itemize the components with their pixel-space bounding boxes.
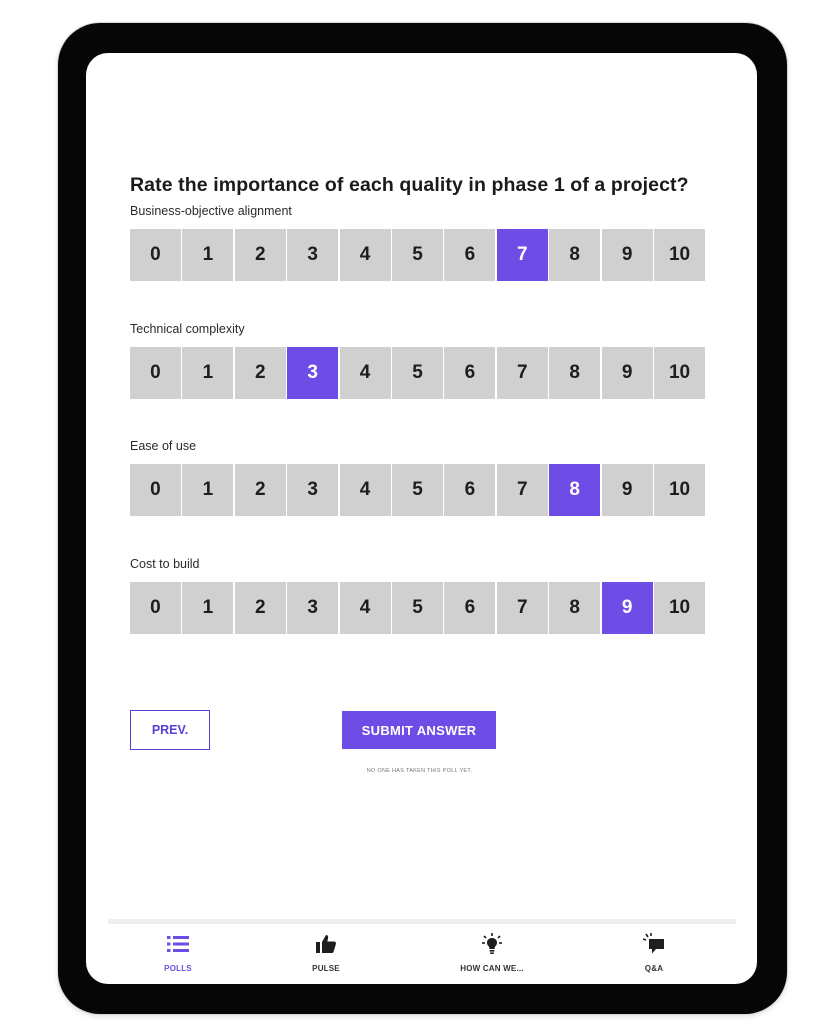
poll-question: Rate the importance of each quality in p… bbox=[130, 174, 689, 196]
rating-option-5[interactable]: 5 bbox=[392, 582, 443, 634]
tab-polls[interactable]: POLLS bbox=[108, 933, 248, 973]
rating-option-1[interactable]: 1 bbox=[182, 347, 234, 399]
rating-option-3[interactable]: 3 bbox=[287, 464, 339, 516]
rating-option-1[interactable]: 1 bbox=[182, 464, 234, 516]
thumbs-up-icon bbox=[256, 933, 396, 955]
tab-label: POLLS bbox=[164, 964, 192, 973]
rating-option-0[interactable]: 0 bbox=[130, 347, 181, 399]
rating-option-4[interactable]: 4 bbox=[339, 582, 391, 634]
rating-scale: 0 1 2 3 4 5 6 7 8 9 10 bbox=[130, 582, 705, 634]
tab-label: HOW CAN WE... bbox=[460, 964, 524, 973]
rating-option-10[interactable]: 10 bbox=[654, 229, 705, 281]
rating-row-label: Ease of use bbox=[130, 439, 197, 453]
rating-option-7[interactable]: 7 bbox=[496, 229, 548, 281]
rating-option-5[interactable]: 5 bbox=[392, 347, 443, 399]
rating-option-8[interactable]: 8 bbox=[549, 229, 601, 281]
rating-option-1[interactable]: 1 bbox=[182, 582, 234, 634]
rating-option-2[interactable]: 2 bbox=[234, 347, 286, 399]
rating-option-7[interactable]: 7 bbox=[496, 347, 548, 399]
rating-option-10[interactable]: 10 bbox=[654, 464, 705, 516]
submit-answer-button[interactable]: SUBMIT ANSWER bbox=[342, 711, 496, 749]
rating-row-label: Technical complexity bbox=[130, 322, 245, 336]
chat-bubble-icon bbox=[584, 933, 724, 955]
tabbar-divider bbox=[108, 919, 736, 924]
tab-qa[interactable]: Q&A bbox=[584, 933, 724, 973]
rating-option-6[interactable]: 6 bbox=[444, 464, 496, 516]
rating-scale: 0 1 2 3 4 5 6 7 8 9 10 bbox=[130, 229, 705, 281]
rating-option-1[interactable]: 1 bbox=[182, 229, 234, 281]
app-screen: Rate the importance of each quality in p… bbox=[86, 53, 757, 984]
rating-option-8[interactable]: 8 bbox=[549, 347, 601, 399]
rating-option-7[interactable]: 7 bbox=[496, 582, 548, 634]
rating-option-6[interactable]: 6 bbox=[444, 229, 496, 281]
rating-option-0[interactable]: 0 bbox=[130, 229, 181, 281]
rating-scale: 0 1 2 3 4 5 6 7 8 9 10 bbox=[130, 464, 705, 516]
rating-option-10[interactable]: 10 bbox=[654, 347, 705, 399]
rating-option-6[interactable]: 6 bbox=[444, 347, 496, 399]
rating-option-5[interactable]: 5 bbox=[392, 229, 443, 281]
rating-option-8[interactable]: 8 bbox=[549, 464, 601, 516]
tab-how-can-we[interactable]: HOW CAN WE... bbox=[422, 933, 562, 973]
lightbulb-icon bbox=[422, 933, 562, 955]
poll-status-text: NO ONE HAS TAKEN THIS POLL YET. bbox=[366, 768, 473, 774]
rating-row-label: Business-objective alignment bbox=[130, 204, 292, 218]
rating-option-9[interactable]: 9 bbox=[601, 464, 653, 516]
rating-option-3[interactable]: 3 bbox=[287, 229, 339, 281]
list-icon bbox=[108, 933, 248, 955]
rating-row-label: Cost to build bbox=[130, 557, 200, 571]
poll-status-note: NO ONE HAS TAKEN THIS POLL YET. bbox=[86, 768, 757, 774]
rating-option-3[interactable]: 3 bbox=[287, 347, 339, 399]
rating-option-8[interactable]: 8 bbox=[549, 582, 601, 634]
rating-scale: 0 1 2 3 4 5 6 7 8 9 10 bbox=[130, 347, 705, 399]
rating-option-9[interactable]: 9 bbox=[601, 229, 653, 281]
rating-option-2[interactable]: 2 bbox=[234, 464, 286, 516]
rating-option-10[interactable]: 10 bbox=[654, 582, 705, 634]
rating-option-0[interactable]: 0 bbox=[130, 464, 181, 516]
rating-option-5[interactable]: 5 bbox=[392, 464, 443, 516]
rating-option-9[interactable]: 9 bbox=[601, 347, 653, 399]
rating-option-9[interactable]: 9 bbox=[601, 582, 653, 634]
rating-option-7[interactable]: 7 bbox=[496, 464, 548, 516]
rating-option-2[interactable]: 2 bbox=[234, 582, 286, 634]
tab-pulse[interactable]: PULSE bbox=[256, 933, 396, 973]
rating-option-2[interactable]: 2 bbox=[234, 229, 286, 281]
tab-label: PULSE bbox=[312, 964, 340, 973]
rating-option-4[interactable]: 4 bbox=[339, 347, 391, 399]
rating-option-3[interactable]: 3 bbox=[287, 582, 339, 634]
prev-button[interactable]: PREV. bbox=[130, 710, 210, 750]
rating-option-6[interactable]: 6 bbox=[444, 582, 496, 634]
rating-option-0[interactable]: 0 bbox=[130, 582, 181, 634]
rating-option-4[interactable]: 4 bbox=[339, 464, 391, 516]
rating-option-4[interactable]: 4 bbox=[339, 229, 391, 281]
tab-label: Q&A bbox=[644, 964, 664, 973]
